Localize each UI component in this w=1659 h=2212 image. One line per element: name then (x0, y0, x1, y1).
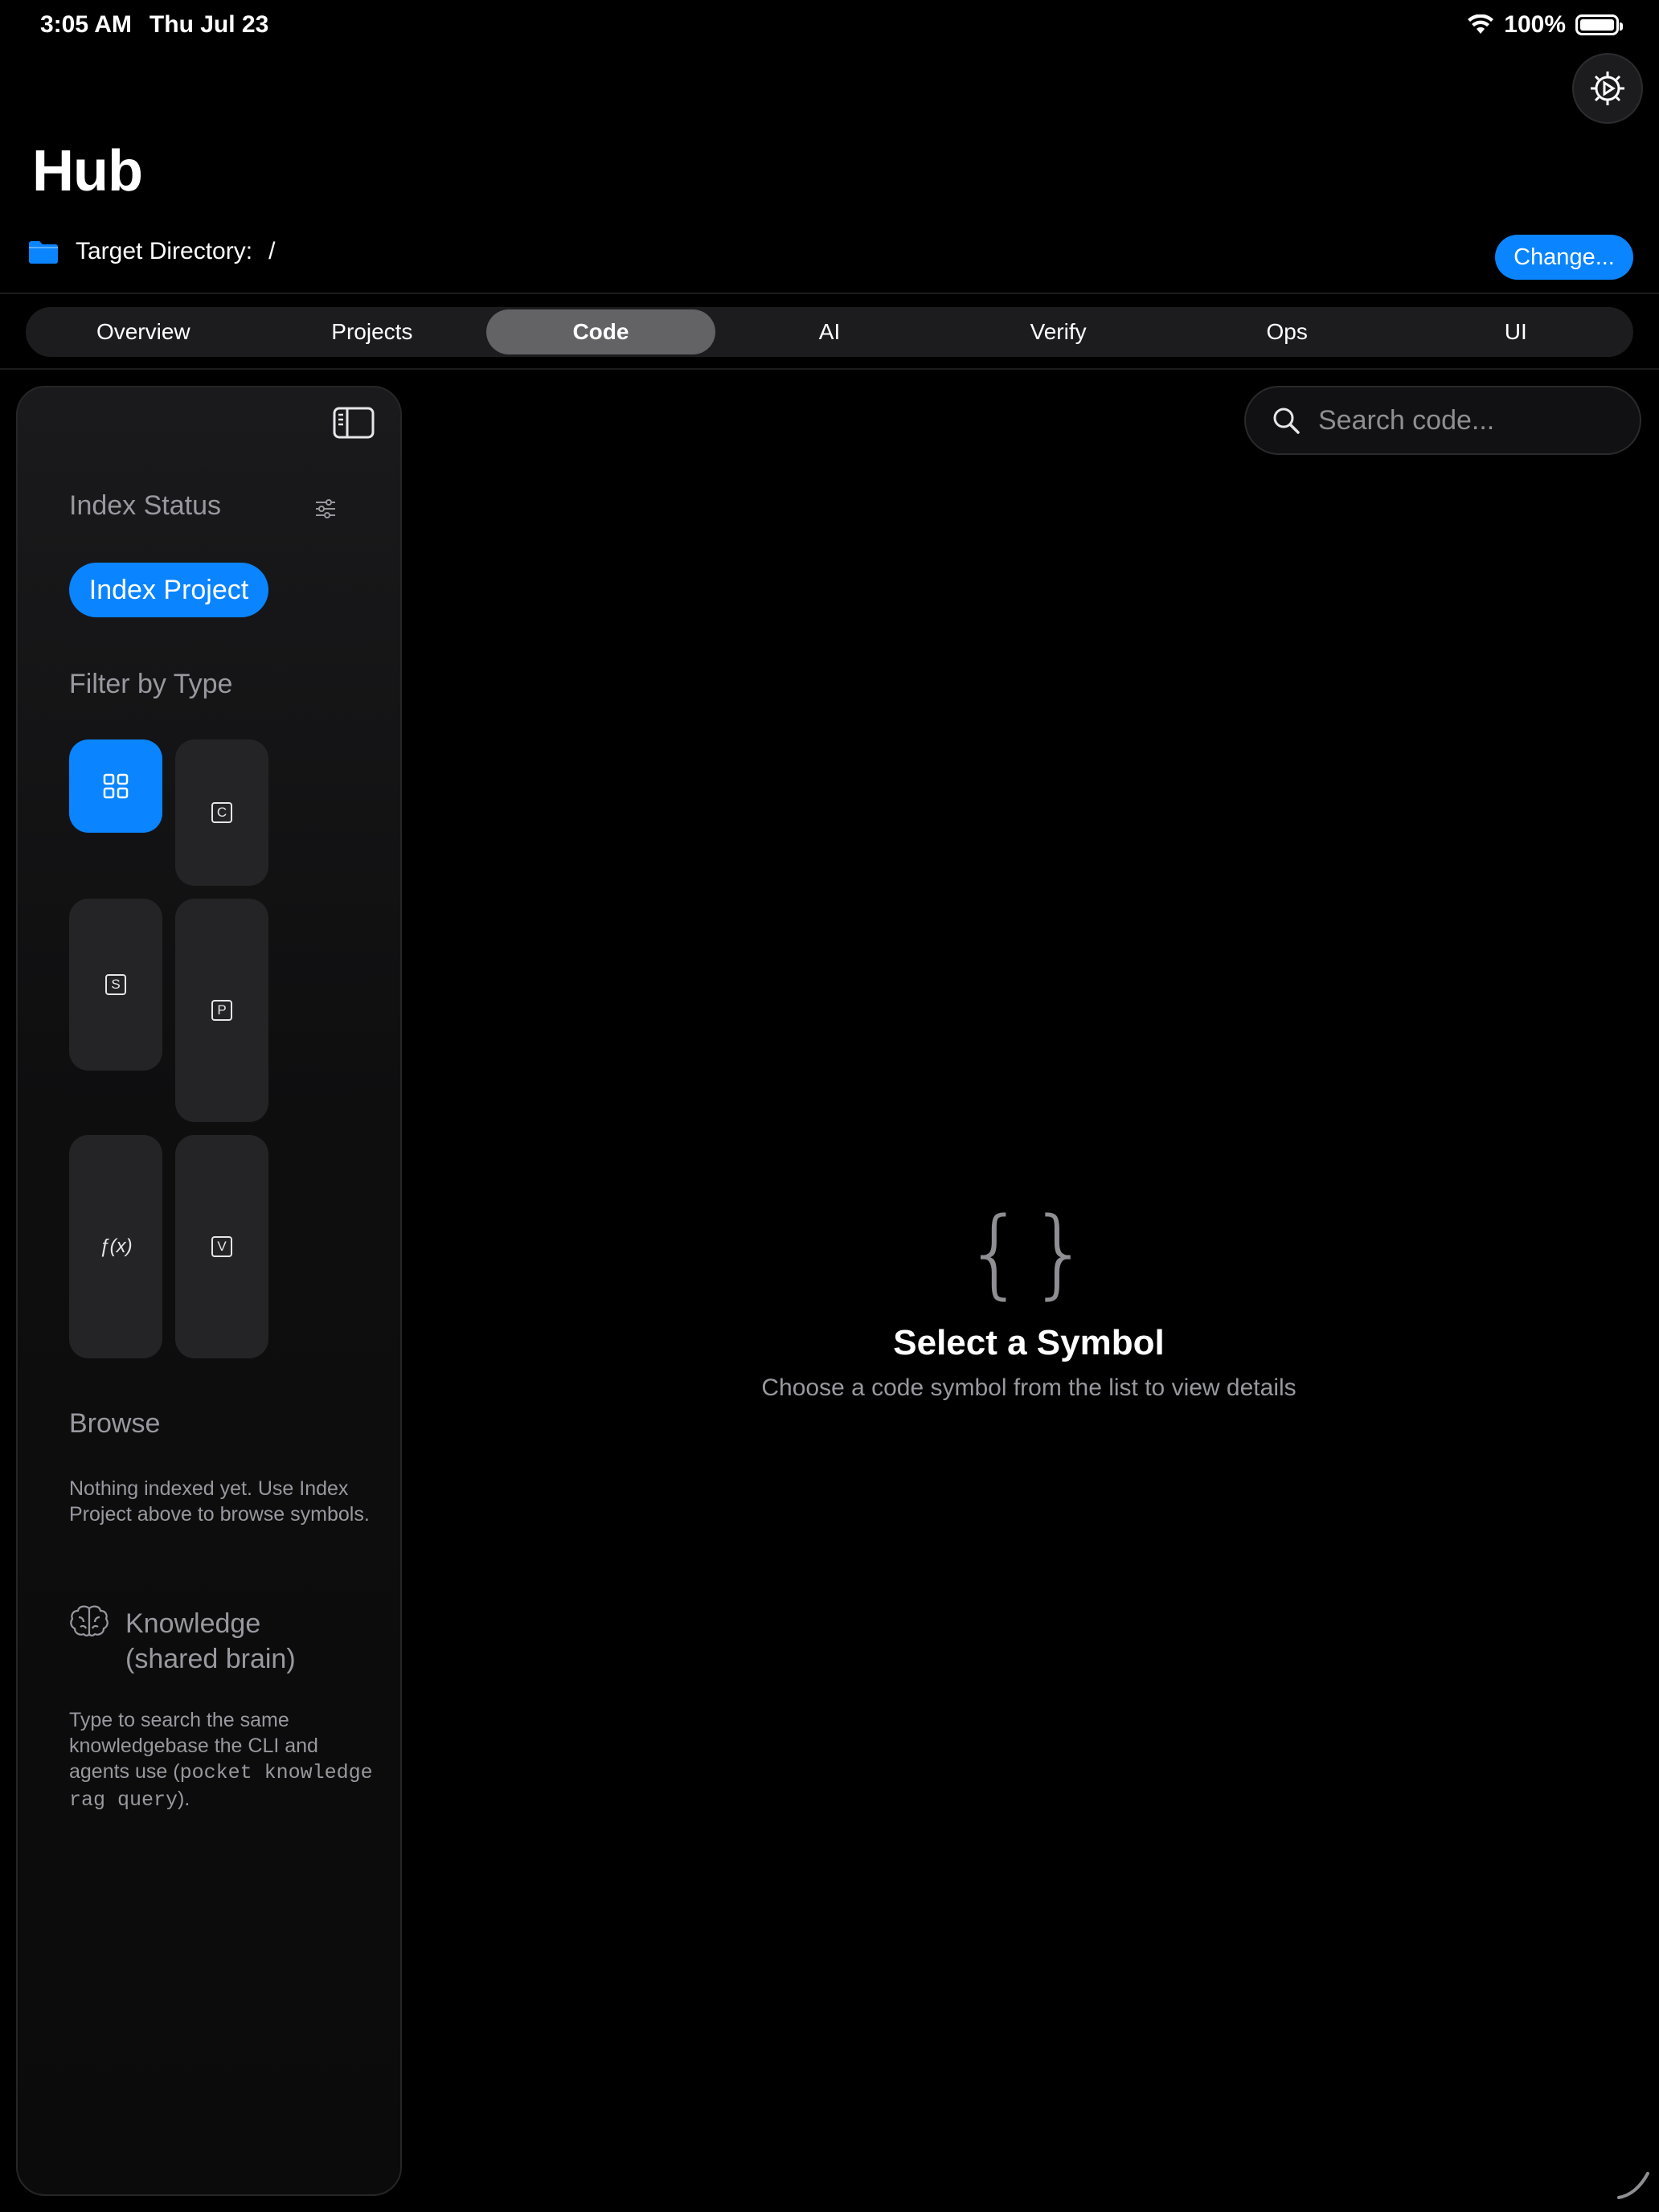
braces-icon: {} (964, 1198, 1094, 1309)
settings-button[interactable] (1572, 53, 1643, 124)
filter-protocol-button[interactable]: P (175, 899, 268, 1122)
status-date: Thu Jul 23 (149, 11, 269, 38)
search-field[interactable] (1244, 386, 1641, 455)
target-directory-value: / (268, 238, 276, 264)
search-icon (1273, 408, 1300, 434)
filter-by-type-title: Filter by Type (69, 669, 233, 699)
tab-ui[interactable]: UI (1401, 309, 1630, 354)
tab-ai[interactable]: AI (715, 309, 944, 354)
tab-ops[interactable]: Ops (1173, 309, 1402, 354)
status-indicators: 100% (1467, 11, 1623, 39)
filter-function-button[interactable]: ƒ(x) (69, 1135, 162, 1358)
status-time: 3:05 AM (40, 11, 132, 38)
status-time-date: 3:05 AM Thu Jul 23 (40, 11, 268, 39)
browse-empty-text: Nothing indexed yet. Use Index Project a… (69, 1477, 370, 1526)
divider (0, 293, 1659, 294)
filter-all-button[interactable] (69, 739, 162, 833)
tab-projects[interactable]: Projects (258, 309, 487, 354)
struct-icon: S (105, 974, 126, 995)
section-tabs: Overview Projects Code AI Verify Ops UI (26, 307, 1633, 357)
sliders-icon[interactable] (313, 497, 338, 521)
sidebar-toggle-icon[interactable] (333, 405, 375, 440)
target-directory-label: Target Directory: (76, 238, 253, 264)
wifi-icon (1468, 14, 1494, 34)
status-bar: 3:05 AM Thu Jul 23 100% (0, 0, 1659, 51)
sidebar: Index Status Index Project Filter by Typ… (16, 386, 402, 2196)
grid-icon (103, 773, 129, 799)
target-directory-row: Target Directory: / (27, 238, 275, 265)
battery-icon (1575, 14, 1623, 35)
resize-handle-icon[interactable] (1612, 2162, 1653, 2202)
tab-code[interactable]: Code (486, 309, 715, 354)
empty-state: {} Select a Symbol Choose a code symbol … (707, 1206, 1350, 1402)
filter-struct-button[interactable]: S (69, 899, 162, 1071)
empty-state-title: Select a Symbol (893, 1323, 1165, 1362)
function-icon: ƒ(x) (99, 1235, 133, 1257)
search-input[interactable] (1317, 403, 1622, 437)
variable-icon: V (211, 1236, 232, 1257)
tab-verify[interactable]: Verify (944, 309, 1173, 354)
folder-icon (29, 241, 58, 264)
browse-title: Browse (69, 1408, 161, 1439)
knowledge-title-line2: (shared brain) (125, 1644, 296, 1674)
class-icon: C (211, 802, 232, 823)
knowledge-description: Type to search the same knowledgebase th… (69, 1707, 375, 1813)
brain-icon (70, 1605, 109, 1636)
battery-percent: 100% (1504, 11, 1566, 38)
knowledge-header: Knowledge (shared brain) (69, 1601, 296, 1677)
protocol-icon: P (211, 1000, 232, 1021)
knowledge-title: Knowledge (shared brain) (125, 1606, 296, 1677)
index-status-title: Index Status (69, 490, 222, 521)
tab-overview[interactable]: Overview (29, 309, 258, 354)
filter-class-button[interactable]: C (175, 739, 268, 886)
filter-variable-button[interactable]: V (175, 1135, 268, 1358)
knowledge-text-end: ). (178, 1788, 190, 1810)
gear-icon (1591, 72, 1624, 105)
index-project-button[interactable]: Index Project (69, 563, 268, 617)
page-title: Hub (32, 139, 143, 203)
divider (0, 368, 1659, 370)
change-directory-button[interactable]: Change... (1495, 235, 1633, 280)
knowledge-title-line1: Knowledge (125, 1608, 261, 1639)
empty-state-subtitle: Choose a code symbol from the list to vi… (761, 1374, 1296, 1401)
